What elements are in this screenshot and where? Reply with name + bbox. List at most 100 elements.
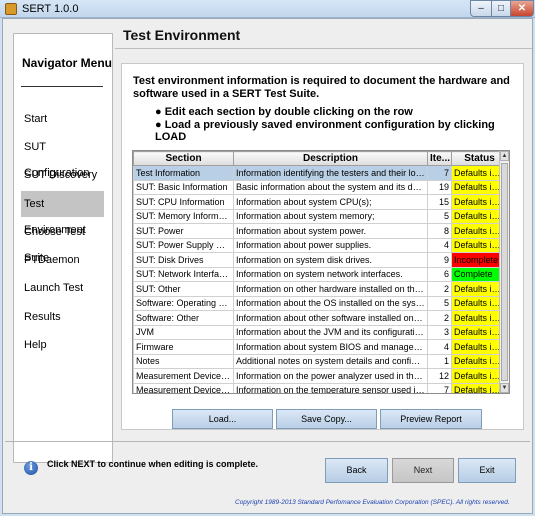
cell-description: Information on system disk drives. (233, 252, 428, 268)
nav-item-help[interactable]: Help (21, 332, 104, 358)
cell-section: Notes (133, 353, 234, 369)
cell-section: SUT: Memory Information (133, 208, 234, 224)
cell-description: Basic information about the system and i… (233, 179, 428, 195)
preview-report-button[interactable]: Preview Report (380, 409, 482, 429)
content-panel: Test environment information is required… (121, 63, 524, 430)
scroll-up-arrow-icon[interactable]: ▲ (500, 151, 509, 161)
cell-description: Information identifying the testers and … (233, 165, 428, 181)
scroll-down-arrow-icon[interactable]: ▼ (500, 383, 509, 393)
cell-section: Firmware (133, 339, 234, 355)
nav-item-sut-discovery[interactable]: SUT Discovery (21, 162, 104, 188)
table-row[interactable]: SUT: Power Information about system power… (133, 223, 508, 239)
cell-description: Information about other software install… (233, 310, 428, 326)
cell-section: SUT: Other (133, 281, 234, 297)
cell-section: SUT: Basic Information (133, 179, 234, 195)
table-row[interactable]: Software: Other Information about other s… (133, 310, 508, 326)
cell-description: Information about system power. (233, 223, 428, 239)
cell-description: Information about system CPU(s); (233, 194, 428, 210)
cell-description: Information about system BIOS and manage… (233, 339, 428, 355)
table-row[interactable]: SUT: Basic Information Basic information … (133, 179, 508, 195)
scrollbar-thumb[interactable] (501, 163, 508, 381)
cell-description: Information on the temperature sensor us… (233, 382, 428, 393)
instruction-load: ● Load a previously saved environment co… (155, 119, 495, 143)
cell-section: Measurement Device: Tem... (133, 382, 234, 393)
cell-description: Additional notes on system details and c… (233, 353, 428, 369)
column-header-description[interactable]: Description (233, 151, 428, 166)
cell-section: SUT: CPU Information (133, 194, 234, 210)
cell-items: 3 (427, 324, 452, 340)
cell-description: Information about the OS installed on th… (233, 295, 428, 311)
title-bar: SERT 1.0.0 – □ ✕ (0, 0, 535, 18)
cell-items: 2 (427, 310, 452, 326)
cell-items: 8 (427, 223, 452, 239)
table-row[interactable]: Notes Additional notes on system details … (133, 353, 508, 369)
footer-divider (5, 441, 530, 442)
next-button[interactable]: Next (392, 458, 454, 483)
table-row[interactable]: Test Information Information identifying … (133, 165, 508, 181)
cell-items: 7 (427, 382, 452, 393)
app-icon (5, 3, 17, 15)
navigator-title: Navigator Menu (22, 56, 113, 70)
cell-items: 7 (427, 165, 452, 181)
cell-items: 4 (427, 339, 452, 355)
nav-item-start[interactable]: Start (21, 106, 104, 132)
load-button[interactable]: Load... (172, 409, 273, 429)
table-row[interactable]: SUT: Power Supply Details Information abo… (133, 237, 508, 253)
cell-description: Information on system network interfaces… (233, 266, 428, 282)
cell-section: SUT: Network Interfaces (133, 266, 234, 282)
nav-item-results[interactable]: Results (21, 304, 104, 330)
navigator-panel: Navigator Menu Start SUT Configuration S… (13, 33, 113, 463)
intro-text: Test environment information is required… (133, 75, 510, 100)
cell-section: Software: Operating System (133, 295, 234, 311)
column-header-section[interactable]: Section (133, 151, 234, 166)
cell-description: Information on other hardware installed … (233, 281, 428, 297)
table-row[interactable]: Measurement Device: Tem...Information on… (133, 382, 508, 393)
cell-items: 15 (427, 194, 452, 210)
table-scrollbar[interactable]: ▲ ▼ (499, 151, 509, 393)
close-button[interactable]: ✕ (510, 0, 534, 17)
nav-item-test-environment[interactable]: Test Environment (21, 191, 104, 236)
app-window: Navigator Menu Start SUT Configuration S… (2, 18, 533, 514)
exit-button[interactable]: Exit (458, 458, 516, 483)
cell-items: 19 (427, 179, 452, 195)
column-header-items[interactable]: Ite... (427, 151, 452, 166)
info-message: Click NEXT to continue when editing is c… (47, 459, 259, 469)
cell-section: SUT: Disk Drives (133, 252, 234, 268)
table-row[interactable]: Software: Operating SystemInformation ab… (133, 295, 508, 311)
page-title: Test Environment (123, 27, 241, 43)
window-title: SERT 1.0.0 (22, 3, 79, 15)
cell-description: Information about power supplies. (233, 237, 428, 253)
copyright-text: Copyright 1989-2013 Standard Perfomance … (235, 499, 510, 506)
table-row[interactable]: SUT: Network Interfaces Information on sy… (133, 266, 508, 282)
environment-table[interactable]: Section Description Ite... Status Test I… (132, 150, 510, 394)
cell-description: Information about the JVM and its config… (233, 324, 428, 340)
table-row[interactable]: SUT: CPU Information Information about sy… (133, 194, 508, 210)
table-header-row: Section Description Ite... Status (133, 151, 508, 166)
table-row[interactable]: SUT: Other Information on other hardware … (133, 281, 508, 297)
cell-section: SUT: Power Supply Details (133, 237, 234, 253)
cell-description: Information on the power analyzer used i… (233, 368, 428, 384)
save-copy-button[interactable]: Save Copy... (276, 409, 377, 429)
table-row[interactable]: SUT: Memory Information Information about… (133, 208, 508, 224)
nav-item-ptdaemon[interactable]: PTDaemon (21, 247, 104, 273)
cell-items: 2 (427, 281, 452, 297)
cell-items: 6 (427, 266, 452, 282)
nav-item-launch-test[interactable]: Launch Test (21, 275, 104, 301)
cell-section: JVM (133, 324, 234, 340)
back-button[interactable]: Back (325, 458, 388, 483)
cell-description: Information about system memory; (233, 208, 428, 224)
cell-items: 1 (427, 353, 452, 369)
minimize-button[interactable]: – (470, 0, 492, 17)
cell-section: Measurement Device: Pow... (133, 368, 234, 384)
maximize-button[interactable]: □ (491, 0, 511, 17)
table-row[interactable]: JVM Information about the JVM and its con… (133, 324, 508, 340)
table-row[interactable]: Firmware Information about system BIOS an… (133, 339, 508, 355)
nav-item-choose-test-suite[interactable]: Choose Test Suite (21, 219, 104, 264)
info-icon: i (24, 461, 38, 475)
cell-items: 5 (427, 208, 452, 224)
table-row[interactable]: Measurement Device: Pow...Information on… (133, 368, 508, 384)
nav-item-sut-configuration[interactable]: SUT Configuration (21, 134, 104, 179)
navigator-divider (21, 86, 103, 87)
table-row[interactable]: SUT: Disk Drives Information on system di… (133, 252, 508, 268)
instruction-edit: ● Edit each section by double clicking o… (155, 106, 413, 118)
